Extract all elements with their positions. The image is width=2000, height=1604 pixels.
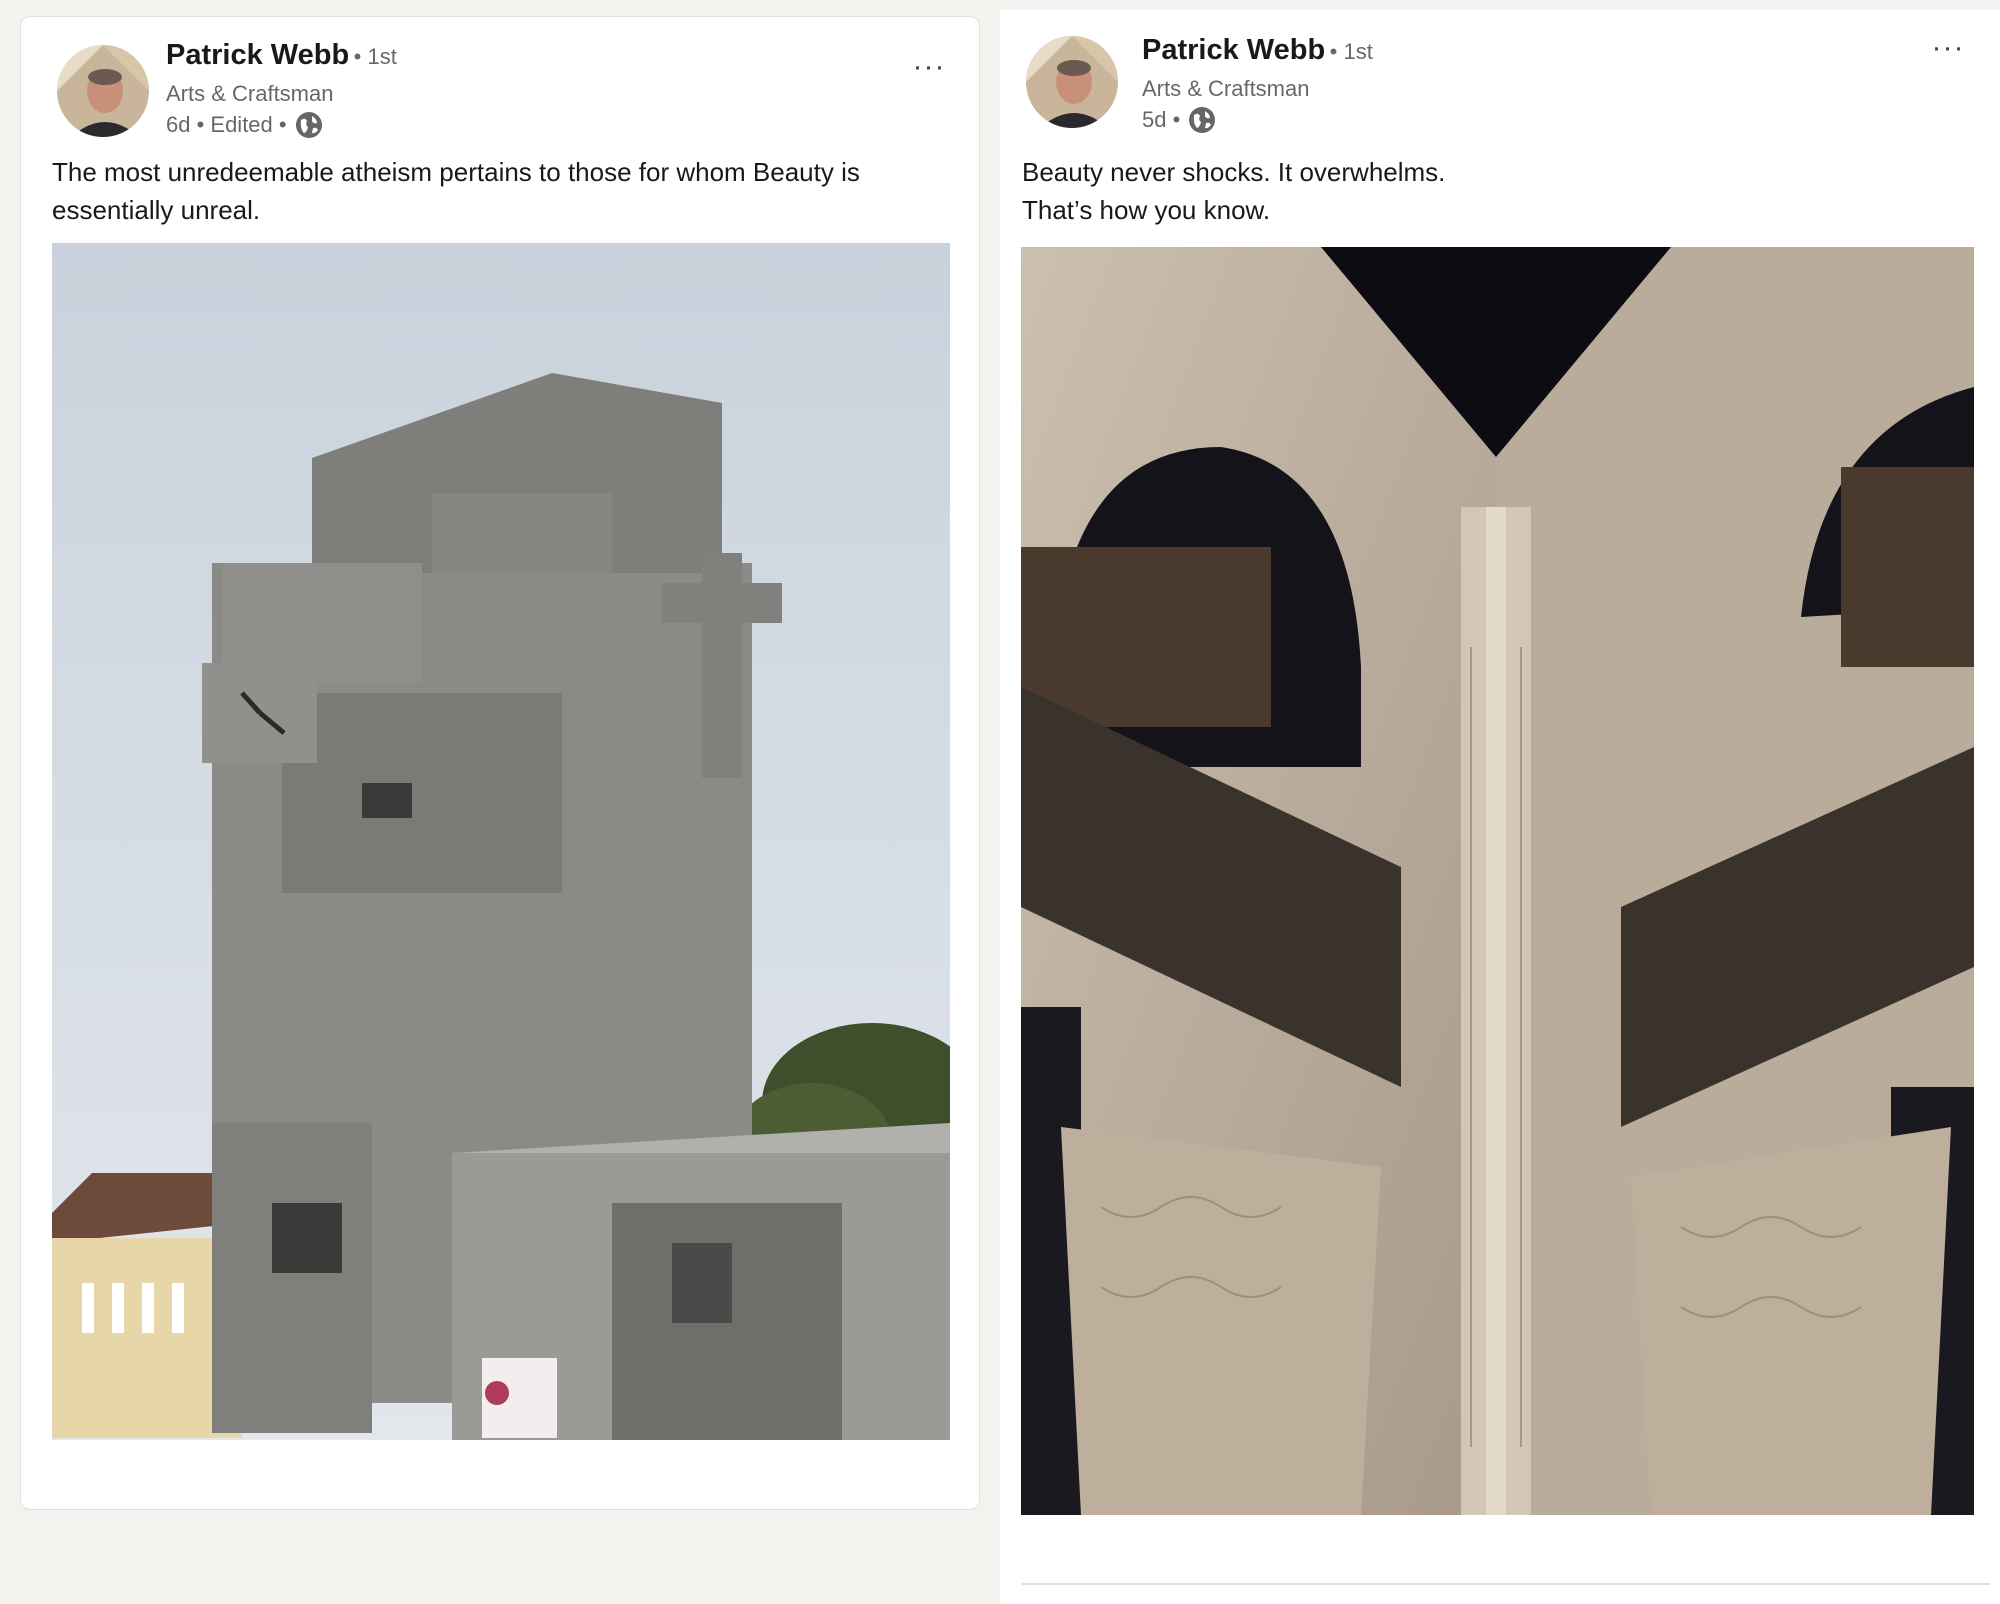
post-image[interactable] <box>52 243 950 1440</box>
author-name[interactable]: Patrick Webb <box>1142 34 1325 66</box>
post-image[interactable] <box>1021 247 1974 1515</box>
author-headline: Arts & Craftsman <box>166 81 334 106</box>
avatar[interactable] <box>57 45 149 137</box>
post-meta: 6d • Edited • <box>166 111 323 139</box>
post-text: Beauty never shocks. It overwhelms. That… <box>1022 153 1922 229</box>
avatar[interactable] <box>1026 36 1118 128</box>
post-timestamp: 6d • Edited • <box>166 112 287 137</box>
more-options-button[interactable]: ··· <box>1924 28 1972 68</box>
feed-divider <box>1022 1583 1990 1585</box>
globe-icon <box>295 111 323 139</box>
post-meta: 5d • <box>1142 106 1216 134</box>
more-options-button[interactable]: ··· <box>905 47 953 87</box>
carved-arches-illustration <box>1021 247 1974 1515</box>
author-headline: Arts & Craftsman <box>1142 76 1310 101</box>
author-line: Patrick Webb • 1st <box>1142 34 1373 67</box>
connection-degree: • 1st <box>353 44 397 69</box>
author-name[interactable]: Patrick Webb <box>166 39 349 71</box>
post-timestamp: 5d • <box>1142 107 1181 132</box>
globe-icon <box>1188 106 1216 134</box>
feed-post-card: Patrick Webb • 1st Arts & Craftsman 6d •… <box>20 16 980 1510</box>
post-text-line: Beauty never shocks. It overwhelms. <box>1022 157 1446 187</box>
connection-degree: • 1st <box>1329 39 1373 64</box>
author-line: Patrick Webb • 1st <box>166 39 397 72</box>
post-text-line: That’s how you know. <box>1022 195 1271 225</box>
concrete-tower-illustration <box>52 243 950 1440</box>
post-text: The most unredeemable atheism pertains t… <box>52 157 860 225</box>
